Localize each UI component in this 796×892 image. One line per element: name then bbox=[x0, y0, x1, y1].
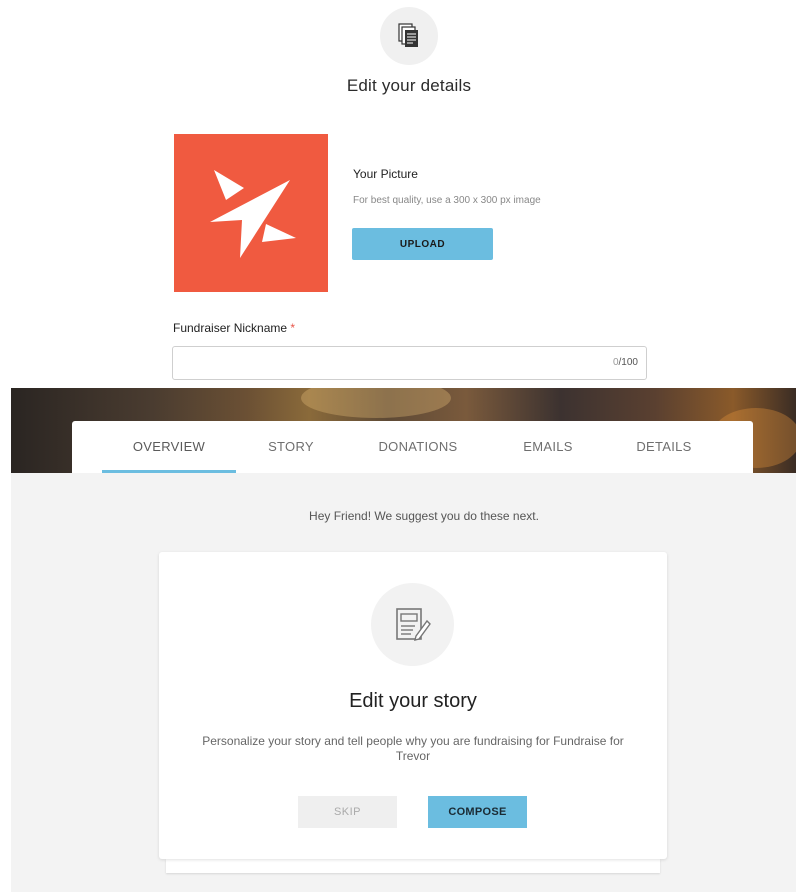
tab-emails[interactable]: EMAILS bbox=[509, 421, 587, 473]
stacked-card-edge bbox=[166, 859, 660, 873]
edit-details-section: Edit your details Your Picture For best … bbox=[0, 0, 796, 388]
profile-picture bbox=[174, 134, 328, 292]
card-title: Edit your story bbox=[349, 690, 477, 712]
nickname-field[interactable]: 0/100 bbox=[172, 346, 647, 380]
character-counter: 0/100 bbox=[613, 357, 638, 368]
nickname-input[interactable] bbox=[173, 347, 593, 379]
skip-button[interactable]: SKIP bbox=[298, 796, 397, 828]
overview-panel: Hey Friend! We suggest you do these next… bbox=[11, 473, 796, 892]
tab-overview[interactable]: OVERVIEW bbox=[102, 421, 236, 473]
documents-icon bbox=[380, 7, 438, 65]
picture-hint: For best quality, use a 300 x 300 px ima… bbox=[353, 195, 541, 206]
compose-icon bbox=[371, 583, 454, 666]
tab-story[interactable]: STORY bbox=[252, 421, 330, 473]
tab-bar: OVERVIEW STORY DONATIONS EMAILS DETAILS bbox=[72, 421, 753, 473]
suggestion-card: Edit your story Personalize your story a… bbox=[159, 552, 667, 859]
nickname-label: Fundraiser Nickname * bbox=[173, 321, 295, 335]
counter-max: /100 bbox=[618, 357, 638, 368]
picture-title: Your Picture bbox=[353, 167, 418, 181]
logo-icon bbox=[210, 170, 296, 258]
upload-button[interactable]: UPLOAD bbox=[352, 228, 493, 260]
card-description: Personalize your story and tell people w… bbox=[202, 734, 624, 763]
nickname-label-text: Fundraiser Nickname bbox=[173, 321, 288, 335]
tab-donations[interactable]: DONATIONS bbox=[362, 421, 474, 473]
compose-button[interactable]: COMPOSE bbox=[428, 796, 527, 828]
required-mark: * bbox=[290, 321, 296, 335]
page-title: Edit your details bbox=[346, 76, 472, 95]
tab-details[interactable]: DETAILS bbox=[622, 421, 706, 473]
suggestion-text: Hey Friend! We suggest you do these next… bbox=[309, 509, 539, 523]
hero-highlight bbox=[301, 388, 451, 418]
